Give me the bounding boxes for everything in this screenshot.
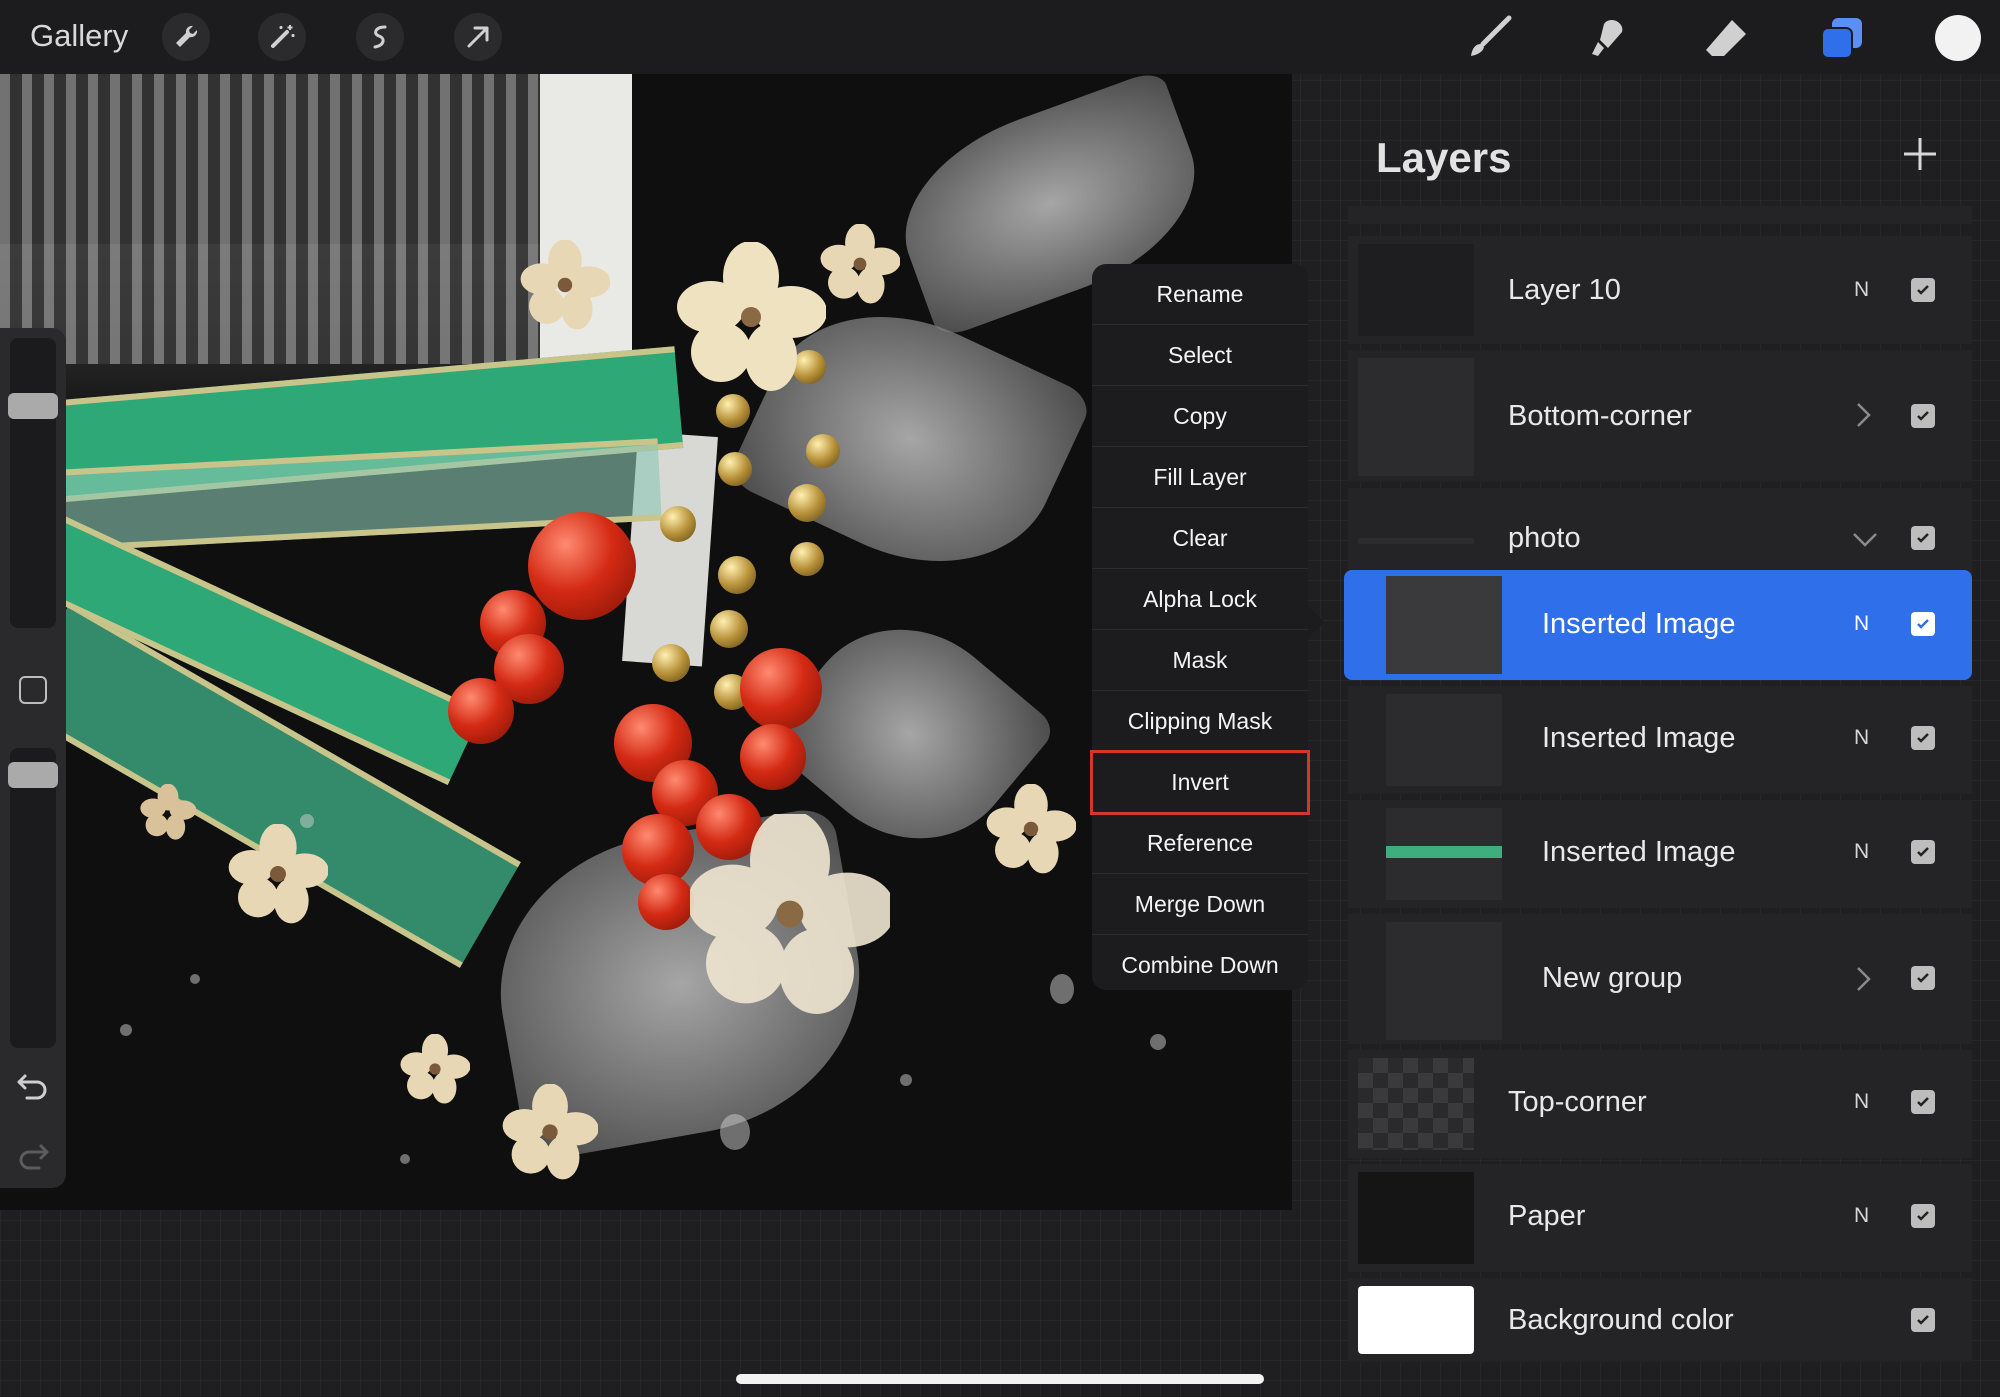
selection-icon[interactable] xyxy=(356,13,404,61)
visibility-checkbox[interactable] xyxy=(1911,840,1935,864)
blend-mode-button[interactable]: N xyxy=(1854,278,1869,302)
layer-row-inserted-image[interactable]: Inserted Image N xyxy=(1348,686,1972,794)
blend-mode-button[interactable]: N xyxy=(1854,840,1869,864)
layer-thumbnail xyxy=(1358,1172,1474,1264)
layer-thumbnail xyxy=(1358,1058,1474,1150)
modify-button[interactable] xyxy=(19,676,47,704)
layer-name: photo xyxy=(1508,522,1581,554)
layer-row-inserted-image[interactable]: Inserted Image N xyxy=(1348,800,1972,908)
transform-arrow-icon[interactable] xyxy=(454,13,502,61)
menu-item-invert[interactable]: Invert xyxy=(1090,750,1310,815)
blend-mode-button[interactable]: N xyxy=(1854,612,1869,636)
menu-item-clipping-mask[interactable]: Clipping Mask xyxy=(1092,691,1308,752)
visibility-checkbox[interactable] xyxy=(1911,612,1935,636)
chevron-right-icon[interactable] xyxy=(1850,400,1876,430)
opacity-slider[interactable] xyxy=(10,748,56,1048)
layers-panel: Layers Layer 10 N Bottom-corner photo In… xyxy=(1334,74,2000,1374)
menu-item-mask[interactable]: Mask xyxy=(1092,630,1308,691)
layer-name: Paper xyxy=(1508,1200,1586,1232)
visibility-checkbox[interactable] xyxy=(1911,404,1935,428)
layer-thumbnail xyxy=(1358,244,1474,336)
visibility-checkbox[interactable] xyxy=(1911,526,1935,550)
layer-row-background-color[interactable]: Background color xyxy=(1348,1278,1972,1362)
wrench-icon[interactable] xyxy=(162,13,210,61)
menu-item-reference[interactable]: Reference xyxy=(1092,813,1308,874)
group-thumbnail xyxy=(1358,538,1474,544)
home-indicator[interactable] xyxy=(736,1374,1264,1384)
magic-wand-icon[interactable] xyxy=(258,13,306,61)
visibility-checkbox[interactable] xyxy=(1911,1308,1935,1332)
brush-size-slider[interactable] xyxy=(10,338,56,628)
redo-icon[interactable] xyxy=(15,1138,51,1174)
opacity-thumb[interactable] xyxy=(8,762,58,788)
layer-row-bottom-corner[interactable]: Bottom-corner xyxy=(1348,350,1972,482)
layer-thumbnail xyxy=(1386,808,1502,900)
undo-icon[interactable] xyxy=(15,1068,51,1104)
left-sidebar xyxy=(0,328,66,1188)
color-swatch[interactable] xyxy=(1935,15,1981,61)
layer-name: Inserted Image xyxy=(1542,608,1736,640)
smudge-icon[interactable] xyxy=(1580,12,1632,64)
layer-thumbnail xyxy=(1386,576,1502,674)
brush-icon[interactable] xyxy=(1463,12,1515,64)
menu-item-rename[interactable]: Rename xyxy=(1092,264,1308,325)
visibility-checkbox[interactable] xyxy=(1911,1204,1935,1228)
group-thumbnail xyxy=(1386,922,1502,1040)
menu-item-copy[interactable]: Copy xyxy=(1092,386,1308,447)
menu-pointer xyxy=(1306,604,1324,640)
blend-mode-button[interactable]: N xyxy=(1854,1204,1869,1228)
visibility-checkbox[interactable] xyxy=(1911,278,1935,302)
layer-row-new-group[interactable]: New group xyxy=(1348,914,1972,1044)
menu-item-alpha-lock[interactable]: Alpha Lock xyxy=(1092,569,1308,630)
visibility-checkbox[interactable] xyxy=(1911,1090,1935,1114)
layer-row-inserted-image-selected[interactable]: Inserted Image N xyxy=(1344,570,1972,680)
plus-icon[interactable] xyxy=(1900,134,1940,174)
chevron-right-icon[interactable] xyxy=(1850,964,1876,994)
visibility-checkbox[interactable] xyxy=(1911,726,1935,750)
layer-name: Background color xyxy=(1508,1304,1734,1336)
visibility-checkbox[interactable] xyxy=(1911,966,1935,990)
layer-row-paper[interactable]: Paper N xyxy=(1348,1164,1972,1272)
layer-options-menu: Rename Select Copy Fill Layer Clear Alph… xyxy=(1090,264,1310,990)
eraser-icon[interactable] xyxy=(1700,12,1752,64)
blend-mode-button[interactable]: N xyxy=(1854,1090,1869,1114)
background-color-swatch[interactable] xyxy=(1358,1286,1474,1354)
menu-item-combine-down[interactable]: Combine Down xyxy=(1092,935,1308,996)
menu-item-select[interactable]: Select xyxy=(1092,325,1308,386)
layer-name: New group xyxy=(1542,962,1683,994)
layers-title: Layers xyxy=(1376,134,1512,181)
menu-item-clear[interactable]: Clear xyxy=(1092,508,1308,569)
layer-row-layer-10[interactable]: Layer 10 N xyxy=(1348,236,1972,344)
layer-thumbnail xyxy=(1386,694,1502,786)
layer-row-partial xyxy=(1348,206,1972,224)
layer-name: Layer 10 xyxy=(1508,274,1621,306)
top-toolbar: Gallery xyxy=(0,0,2000,74)
blend-mode-button[interactable]: N xyxy=(1854,726,1869,750)
layer-name: Inserted Image xyxy=(1542,722,1736,754)
gallery-button[interactable]: Gallery xyxy=(30,18,128,54)
layers-icon[interactable] xyxy=(1816,12,1868,64)
menu-item-merge-down[interactable]: Merge Down xyxy=(1092,874,1308,935)
layer-name: Top-corner xyxy=(1508,1086,1647,1118)
chevron-down-icon[interactable] xyxy=(1850,524,1880,554)
layer-row-top-corner[interactable]: Top-corner N xyxy=(1348,1050,1972,1158)
group-thumbnail xyxy=(1358,358,1474,476)
layer-name: Inserted Image xyxy=(1542,836,1736,868)
layer-name: Bottom-corner xyxy=(1508,400,1692,432)
brush-size-thumb[interactable] xyxy=(8,393,58,419)
menu-item-fill-layer[interactable]: Fill Layer xyxy=(1092,447,1308,508)
